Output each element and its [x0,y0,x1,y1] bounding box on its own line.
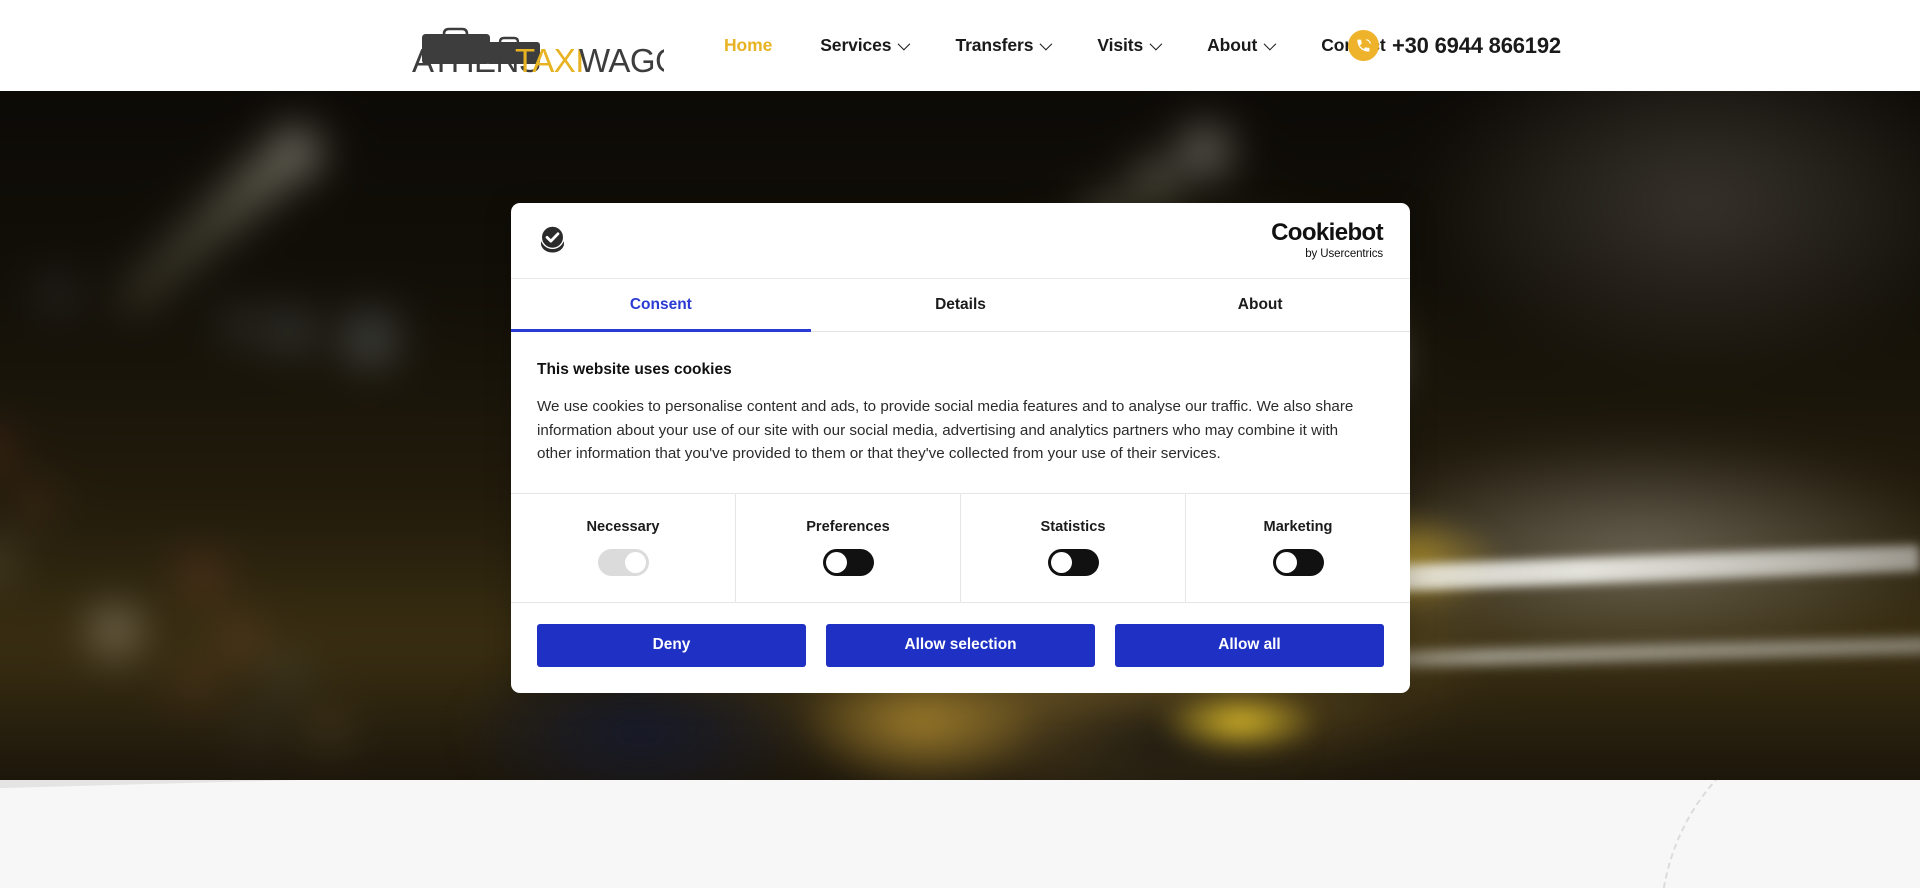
deny-button[interactable]: Deny [537,623,806,667]
tab-about[interactable]: About [1110,279,1410,331]
cookie-category-preferences: Preferences [736,493,961,602]
toggle-knob [825,552,847,574]
toggle-knob [1050,552,1072,574]
nav-item-label: Visits [1097,35,1144,55]
tab-label: About [1237,296,1283,313]
site-logo[interactable]: ATHENS TAXI WAGON [402,20,664,78]
chevron-down-icon [1263,37,1277,51]
header-phone-link[interactable]: +30 6944 866192 [1348,0,1561,91]
logo-text-wagon: WAGON [579,42,664,78]
phone-ring-icon [1348,30,1379,61]
tab-label: Consent [629,296,692,313]
nav-item-label: About [1207,35,1258,55]
angled-divider [0,780,1920,888]
toggle-preferences[interactable] [822,549,874,577]
cookie-category-label: Necessary [586,519,660,536]
phone-number: +30 6944 866192 [1392,32,1561,58]
allow-all-button[interactable]: Allow all [1115,623,1384,667]
toggle-marketing[interactable] [1272,549,1324,577]
cookie-dialog-header: Cookiebot by Usercentrics [511,203,1410,279]
cookie-dialog-tabs: Consent Details About [511,279,1410,332]
nav-item-transfers[interactable]: Transfers [931,35,1073,56]
cookie-category-statistics: Statistics [961,493,1186,602]
cookie-category-label: Statistics [1040,519,1106,536]
cookiebot-brand-subtitle: by Usercentrics [1305,247,1383,260]
main-navigation: Home Services Transfers Visits About Con… [700,0,1410,91]
tab-details[interactable]: Details [811,279,1111,331]
tab-consent[interactable]: Consent [511,279,811,332]
page-bottom-section [0,780,1920,888]
chevron-down-icon [898,37,911,51]
cookiebot-brand: Cookiebot by Usercentrics [1271,218,1384,261]
nav-item-home[interactable]: Home [700,35,796,56]
tab-label: Details [935,296,986,313]
cookie-category-row: Necessary Preferences Statistics Marketi… [511,492,1410,603]
nav-item-label: Transfers [955,35,1034,55]
cookie-category-necessary: Necessary [511,493,736,602]
chevron-down-icon [1039,37,1053,51]
cookie-category-label: Marketing [1263,519,1333,536]
allow-selection-button[interactable]: Allow selection [826,623,1095,667]
suitcases-icon: ATHENS TAXI WAGON [412,27,664,78]
cookie-dialog-description: We use cookies to personalise content an… [537,398,1354,463]
cookie-dialog-title: This website uses cookies [537,361,732,378]
toggle-knob [624,552,646,574]
nav-item-services[interactable]: Services [796,35,931,56]
cookie-category-marketing: Marketing [1186,494,1410,602]
nav-item-about[interactable]: About [1183,35,1297,56]
nav-item-label: Services [820,35,892,55]
toggle-necessary[interactable] [597,549,649,577]
toggle-statistics[interactable] [1047,549,1099,577]
cookiebot-check-cookie-icon [536,222,569,260]
nav-item-label: Home [724,35,773,55]
toggle-knob [1275,552,1297,574]
site-header: ATHENS TAXI WAGON Home Services Transfer… [0,0,1920,91]
logo-text-taxi: TAXI [515,42,584,78]
cookie-dialog-body: This website uses cookies We use cookies… [511,332,1410,493]
nav-item-visits[interactable]: Visits [1073,35,1183,56]
cookiebot-brand-name: Cookiebot [1271,218,1384,246]
cookie-category-label: Preferences [806,519,890,536]
chevron-down-icon [1149,37,1163,51]
cookie-dialog-actions: Deny Allow selection Allow all [511,603,1410,693]
cookie-consent-dialog: Cookiebot by Usercentrics Consent Detail… [511,203,1410,693]
